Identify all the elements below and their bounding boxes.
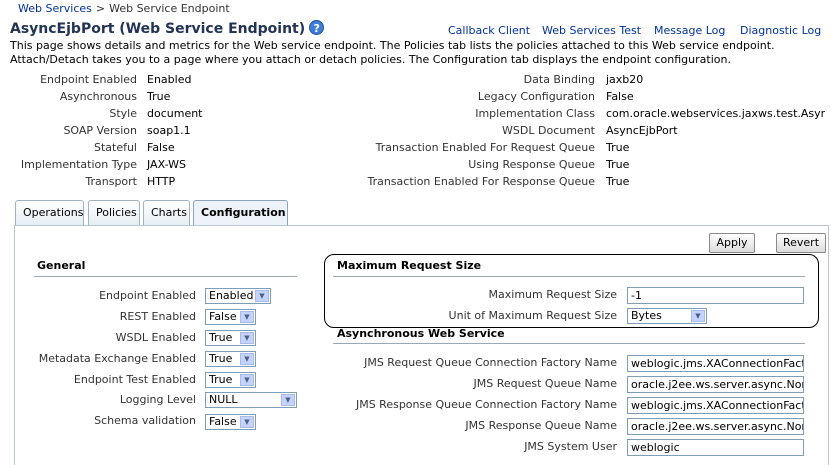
chevron-down-icon: ▼	[240, 332, 254, 344]
page-description: This page shows details and metrics for …	[10, 39, 775, 66]
jms-response-cf-label: JMS Response Queue Connection Factory Na…	[355, 398, 617, 411]
jms-system-user-label: JMS System User	[524, 440, 617, 453]
endpoint-enabled-label: Endpoint Enabled	[99, 289, 196, 302]
prop-label-txn-request-queue: Transaction Enabled For Request Queue	[375, 141, 595, 154]
tab-charts[interactable]: Charts	[143, 200, 190, 225]
prop-value-implementation-class: com.oracle.webservices.jaxws.test.AsyncE…	[606, 107, 825, 120]
prop-value-using-response-queue: True	[606, 158, 630, 171]
prop-value-legacy-configuration: False	[606, 90, 634, 103]
prop-label-transport: Transport	[85, 175, 137, 188]
chevron-down-icon: ▼	[281, 394, 295, 406]
chevron-down-icon: ▼	[240, 416, 254, 428]
wsdl-enabled-label: WSDL Enabled	[115, 331, 196, 344]
prop-label-stateful: Stateful	[93, 141, 137, 154]
metadata-exchange-select[interactable]: True ▼	[205, 351, 256, 367]
prop-label-endpoint-enabled: Endpoint Enabled	[40, 73, 137, 86]
prop-value-asynchronous: True	[147, 90, 171, 103]
endpoint-test-select[interactable]: True ▼	[205, 372, 256, 388]
general-heading: General	[37, 259, 86, 272]
prop-label-implementation-class: Implementation Class	[475, 107, 595, 120]
tab-configuration[interactable]: Configuration	[193, 200, 288, 226]
jms-request-queue-input[interactable]: oracle.j2ee.ws.server.async.NonDe	[627, 376, 804, 393]
prop-label-data-binding: Data Binding	[523, 73, 595, 86]
prop-value-transport: HTTP	[147, 175, 176, 188]
revert-button[interactable]: Revert	[776, 233, 826, 253]
tab-policies[interactable]: Policies	[88, 200, 140, 225]
endpoint-test-label: Endpoint Test Enabled	[73, 373, 196, 386]
schema-validation-select-value: False	[209, 415, 237, 428]
message-log-link[interactable]: Message Log	[654, 24, 725, 37]
chevron-down-icon: ▼	[240, 374, 254, 386]
page-title: AsyncEjbPort (Web Service Endpoint)	[10, 21, 306, 37]
jms-request-queue-label: JMS Request Queue Name	[473, 377, 617, 390]
async-heading: Asynchronous Web Service	[337, 327, 505, 340]
prop-value-endpoint-enabled: Enabled	[147, 73, 192, 86]
schema-validation-select[interactable]: False ▼	[205, 414, 256, 430]
prop-label-implementation-type: Implementation Type	[20, 158, 137, 171]
callback-client-link[interactable]: Callback Client	[448, 24, 530, 37]
rest-enabled-select-value: False	[209, 310, 237, 323]
web-services-test-link[interactable]: Web Services Test	[542, 24, 641, 37]
logging-level-label: Logging Level	[119, 393, 196, 406]
metadata-exchange-select-value: True	[209, 352, 233, 365]
prop-label-wsdl-document: WSDL Document	[502, 124, 595, 137]
page-title-row: AsyncEjbPort (Web Service Endpoint)?	[10, 20, 325, 37]
logging-level-select[interactable]: NULL ▼	[205, 392, 297, 408]
prop-label-asynchronous: Asynchronous	[59, 90, 137, 103]
chevron-down-icon: ▼	[255, 290, 269, 302]
prop-value-data-binding: jaxb20	[606, 73, 644, 86]
chevron-down-icon: ▼	[240, 353, 254, 365]
endpoint-test-select-value: True	[209, 373, 233, 386]
prop-value-implementation-type: JAX-WS	[147, 158, 186, 171]
jms-response-queue-label: JMS Response Queue Name	[465, 419, 617, 432]
jms-request-cf-input[interactable]: weblogic.jms.XAConnectionFactory	[627, 355, 804, 372]
rest-enabled-select[interactable]: False ▼	[205, 309, 256, 325]
wsdl-enabled-select[interactable]: True ▼	[205, 330, 256, 346]
jms-response-queue-input[interactable]: oracle.j2ee.ws.server.async.NonDe	[627, 418, 804, 435]
tab-operations[interactable]: Operations	[15, 200, 84, 225]
diagnostic-log-link[interactable]: Diagnostic Log	[740, 24, 821, 37]
chevron-down-icon: ▼	[240, 311, 254, 323]
logging-level-select-value: NULL	[209, 393, 238, 406]
metadata-exchange-label: Metadata Exchange Enabled	[38, 352, 196, 365]
prop-value-stateful: False	[147, 141, 175, 154]
prop-label-txn-response-queue: Transaction Enabled For Response Queue	[367, 175, 595, 188]
schema-validation-label: Schema validation	[94, 414, 196, 427]
endpoint-enabled-select-value: Enabled	[209, 289, 254, 302]
breadcrumb-current: Web Service Endpoint	[109, 2, 230, 15]
prop-value-txn-response-queue: True	[606, 175, 630, 188]
rest-enabled-label: REST Enabled	[119, 310, 196, 323]
wsdl-enabled-select-value: True	[209, 331, 233, 344]
jms-request-cf-label: JMS Request Queue Connection Factory Nam…	[364, 356, 617, 369]
general-divider	[34, 276, 297, 277]
jms-response-cf-input[interactable]: weblogic.jms.XAConnectionFactory	[627, 397, 804, 414]
prop-value-soap-version: soap1.1	[147, 124, 191, 137]
jms-system-user-input[interactable]: weblogic	[627, 439, 804, 456]
prop-value-txn-request-queue: True	[606, 141, 630, 154]
breadcrumb: Web Services > Web Service Endpoint	[18, 2, 230, 15]
prop-label-style: Style	[109, 107, 137, 120]
prop-label-legacy-configuration: Legacy Configuration	[477, 90, 595, 103]
prop-label-using-response-queue: Using Response Queue	[468, 158, 595, 171]
async-divider	[333, 343, 805, 344]
endpoint-enabled-select[interactable]: Enabled ▼	[205, 288, 271, 304]
help-icon[interactable]: ?	[309, 20, 325, 35]
breadcrumb-web-services-link[interactable]: Web Services	[18, 2, 92, 15]
breadcrumb-separator: >	[95, 2, 106, 15]
prop-value-style: document	[147, 107, 203, 120]
prop-label-soap-version: SOAP Version	[63, 124, 137, 137]
wsdl-document-link[interactable]: AsyncEjbPort	[606, 124, 678, 137]
apply-button[interactable]: Apply	[709, 233, 755, 253]
highlight-outline	[324, 254, 819, 328]
